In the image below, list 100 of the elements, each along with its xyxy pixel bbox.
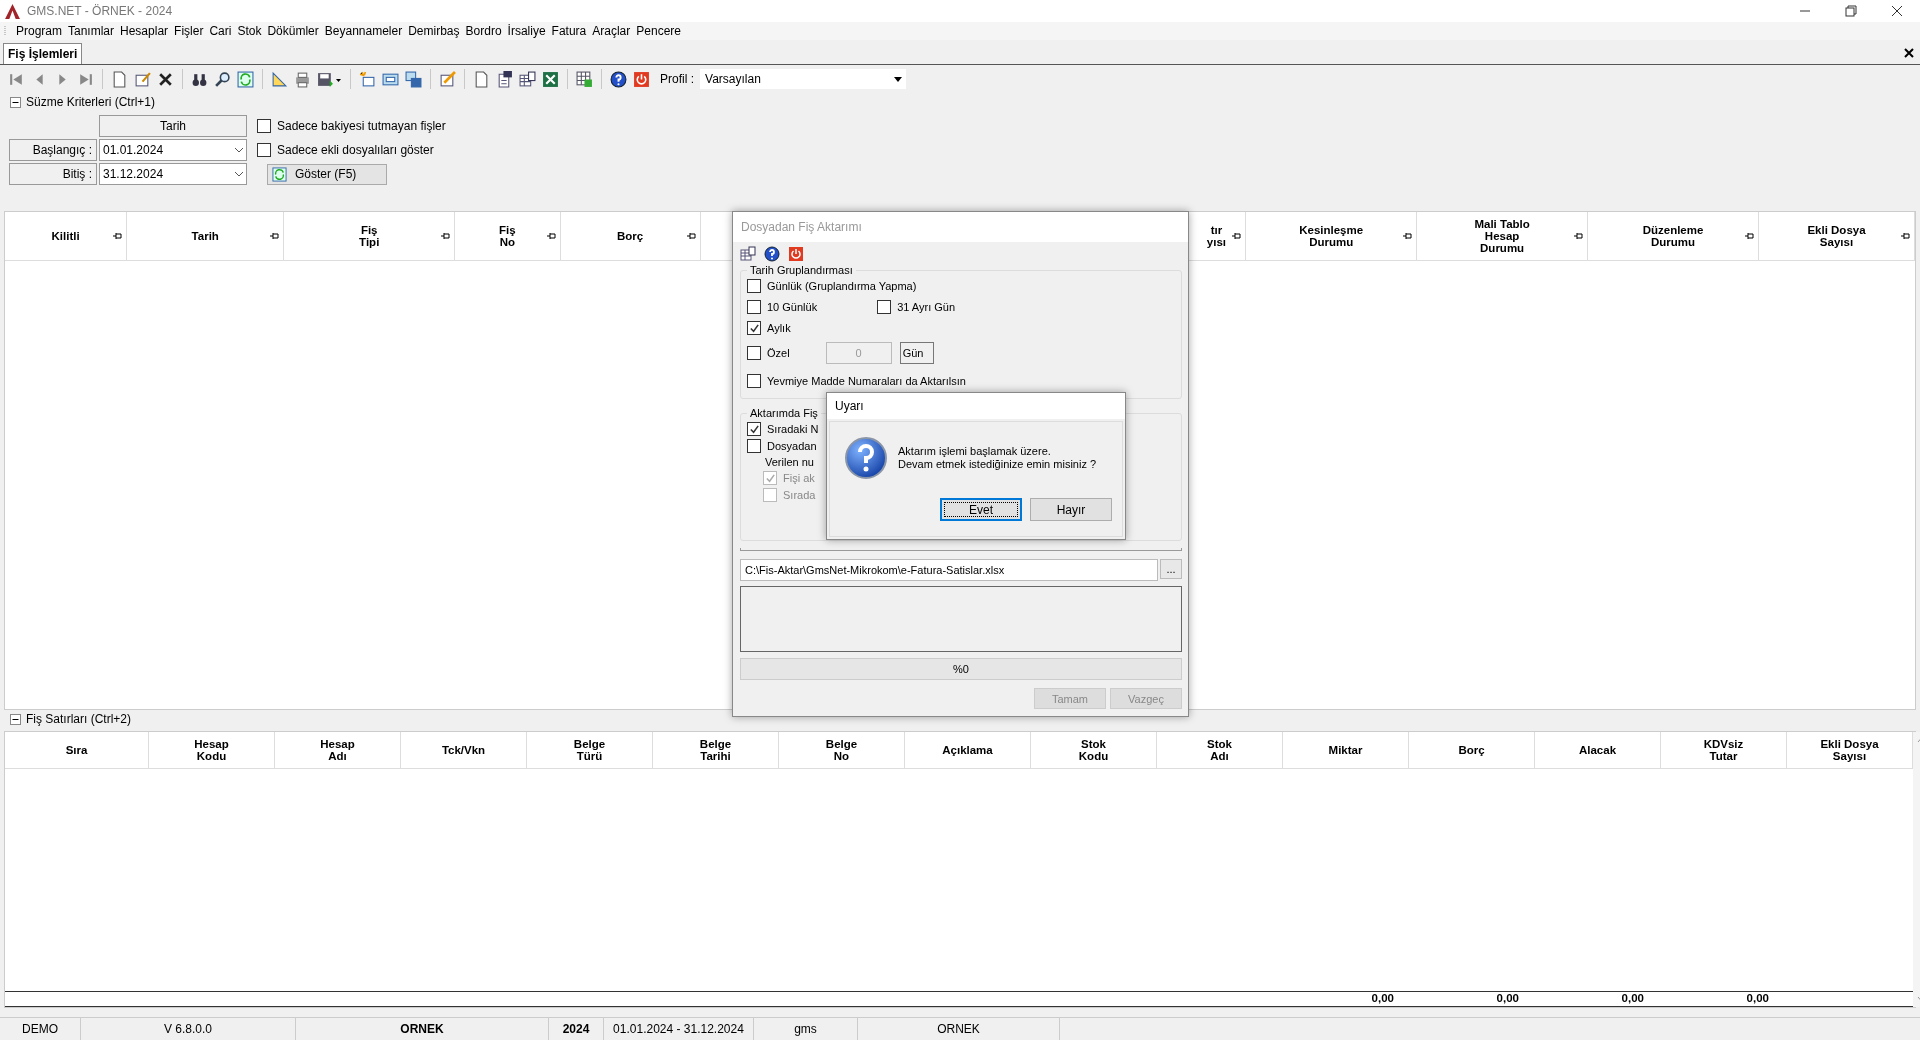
column-header[interactable]: Belge Tarihi xyxy=(653,732,779,768)
collapse-icon[interactable] xyxy=(10,96,21,108)
checkbox[interactable] xyxy=(747,422,761,436)
pin-icon[interactable] xyxy=(1901,232,1910,240)
column-header[interactable]: Açıklama xyxy=(905,732,1031,768)
checkbox-label: Aylık xyxy=(767,322,791,334)
profile-dropdown[interactable]: Varsayılan xyxy=(700,69,906,89)
pin-icon[interactable] xyxy=(546,232,556,240)
refresh-icon[interactable] xyxy=(237,70,254,88)
pin-icon[interactable] xyxy=(686,232,696,240)
ruler-icon[interactable] xyxy=(271,70,288,88)
checkbox-label: Sıradaki N xyxy=(767,423,819,435)
column-header[interactable]: Hesap Adı xyxy=(275,732,401,768)
menu-item[interactable]: Araçlar xyxy=(589,24,634,38)
new-item-icon[interactable] xyxy=(359,70,376,88)
column-header[interactable]: Sıra xyxy=(5,732,149,768)
dialog-button[interactable]: Hayır xyxy=(1030,498,1112,521)
column-header[interactable]: Kesinleşme Durumu xyxy=(1246,212,1418,260)
checkbox[interactable] xyxy=(877,300,892,314)
report-document-icon[interactable] xyxy=(496,70,513,88)
table-document-icon[interactable] xyxy=(740,246,756,262)
date-field[interactable]: 31.12.2024 xyxy=(99,163,247,185)
group-title: Fiş Satırları (Ctrl+2) xyxy=(26,712,131,726)
status-text: 2024 xyxy=(549,1018,604,1040)
power-icon[interactable] xyxy=(633,70,650,88)
checkbox[interactable] xyxy=(747,279,761,293)
menu-item[interactable]: Tanımlar xyxy=(65,24,118,38)
pin-icon[interactable] xyxy=(1403,232,1413,240)
edit-document-icon[interactable] xyxy=(134,70,151,88)
menu-item[interactable]: Dökümler xyxy=(264,24,322,38)
column-header[interactable]: Borç xyxy=(1409,732,1535,768)
menu-item[interactable]: Hesaplar xyxy=(117,24,172,38)
question-icon xyxy=(844,436,888,480)
checkbox[interactable] xyxy=(747,439,761,453)
show-button[interactable]: Göster (F5) xyxy=(267,163,387,185)
column-header[interactable]: Stok Adı xyxy=(1157,732,1283,768)
column-header[interactable]: Belge No xyxy=(779,732,905,768)
checkbox[interactable] xyxy=(257,143,271,157)
column-header: Tarih xyxy=(99,115,247,137)
column-header[interactable]: Fiş Tipi xyxy=(284,212,456,260)
help-icon[interactable] xyxy=(610,70,627,88)
document-icon[interactable] xyxy=(473,70,490,88)
column-header[interactable]: Tarih xyxy=(127,212,285,260)
menu-item[interactable]: Beyannameler xyxy=(321,24,406,38)
pencil-icon[interactable] xyxy=(439,70,456,88)
status-text: DEMO xyxy=(0,1018,81,1040)
checkbox[interactable] xyxy=(257,119,271,133)
checkbox-label: Özel xyxy=(767,347,790,359)
pin-icon[interactable] xyxy=(1745,232,1754,240)
column-header[interactable]: Borç xyxy=(560,212,701,260)
pin-icon[interactable] xyxy=(441,232,451,240)
column-header[interactable]: Hesap Kodu xyxy=(149,732,275,768)
power-icon[interactable] xyxy=(788,246,804,262)
menu-item[interactable]: Program xyxy=(13,24,65,38)
group-title: Tarih Gruplandırması xyxy=(747,264,856,276)
column-header[interactable]: Fiş No xyxy=(455,212,561,260)
checkbox[interactable] xyxy=(747,374,761,388)
grid-icon[interactable] xyxy=(576,70,593,88)
browse-button[interactable]: ... xyxy=(1160,559,1182,579)
column-header[interactable]: Kilitli xyxy=(5,212,128,260)
column-header[interactable]: Tck/Vkn xyxy=(401,732,527,768)
pin-icon[interactable] xyxy=(1574,232,1584,240)
menu-item[interactable]: İrsaliye xyxy=(504,24,549,38)
menu-item[interactable]: Fişler xyxy=(171,24,207,38)
checkbox[interactable] xyxy=(747,300,761,314)
menu-item[interactable]: Bordro xyxy=(462,24,505,38)
spreadsheet-icon[interactable] xyxy=(542,70,559,88)
help-icon[interactable] xyxy=(764,246,780,262)
menu-item[interactable]: Demirbaş xyxy=(405,24,463,38)
column-header[interactable]: KDVsiz Tutar xyxy=(1661,732,1787,768)
column-header[interactable]: Miktar xyxy=(1283,732,1409,768)
column-header[interactable]: Alacak xyxy=(1535,732,1661,768)
column-header[interactable]: Düzenleme Durumu xyxy=(1588,212,1759,260)
collapse-icon[interactable] xyxy=(10,713,21,725)
checkbox-label: Fişi ak xyxy=(783,472,815,484)
total-cell-text: 0,00 xyxy=(1620,992,1645,1006)
column-header[interactable]: Ekli Dosya Sayısı xyxy=(1759,212,1915,260)
windows-icon[interactable] xyxy=(405,70,422,88)
column-header[interactable]: Stok Kodu xyxy=(1031,732,1157,768)
dialog-button[interactable]: Evet xyxy=(940,498,1022,521)
pin-icon[interactable] xyxy=(113,232,123,240)
tab[interactable]: Fiş İşlemleri xyxy=(3,43,83,64)
menu-item[interactable]: Pencere xyxy=(633,24,684,38)
pin-icon[interactable] xyxy=(1232,232,1242,240)
close-icon[interactable] xyxy=(1904,48,1914,58)
search-icon[interactable] xyxy=(214,70,231,88)
file-path-field[interactable]: C:\Fis-Aktar\GmsNet-Mikrokom\e-Fatura-Satislar.xlsx xyxy=(740,559,1158,581)
date-field[interactable]: 01.01.2024 xyxy=(99,139,247,161)
save-icon[interactable] xyxy=(317,70,334,88)
printer-icon[interactable] xyxy=(294,70,311,88)
progress-text: %0 xyxy=(953,663,969,675)
column-header[interactable]: Belge Türü xyxy=(527,732,653,768)
table-document-icon[interactable] xyxy=(519,70,536,88)
menu-item[interactable]: Cari xyxy=(206,24,235,38)
checkbox[interactable] xyxy=(747,321,761,335)
menu-item[interactable]: Stok xyxy=(234,24,265,38)
menu-item[interactable]: Fatura xyxy=(548,24,590,38)
column-header[interactable]: Mali Tablo Hesap Durumu xyxy=(1417,212,1589,260)
pin-icon[interactable] xyxy=(270,232,280,240)
new-document-icon[interactable] xyxy=(111,70,128,88)
